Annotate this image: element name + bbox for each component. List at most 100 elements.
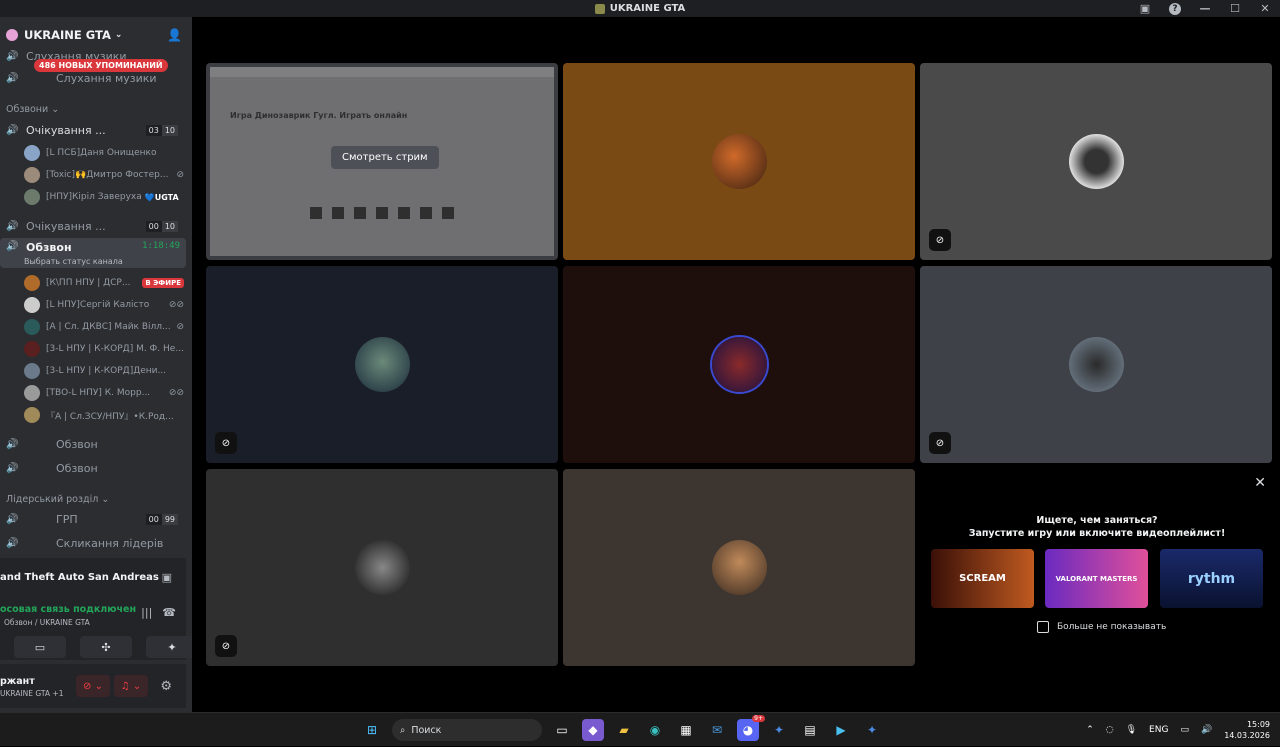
dont-show-label: Больше не показывать [1057, 622, 1167, 632]
screen-share-icon[interactable]: ▣ [162, 571, 172, 584]
promo-card-rythm[interactable]: rythm [1160, 549, 1263, 608]
muted-icon: ⊘ [215, 432, 237, 454]
participant-tile[interactable] [563, 266, 915, 463]
voice-user[interactable]: [L НПУ]Сергій Калісто ⊘⊘ [24, 295, 184, 315]
channel-obzvon-3[interactable]: 🔊 Обзвон [0, 457, 186, 479]
category-leaders[interactable]: Лідерський розділ ⌄ [6, 494, 109, 505]
participant-tile[interactable] [563, 469, 915, 666]
avatar [24, 189, 40, 205]
dont-show-again[interactable]: Больше не показывать [1037, 621, 1166, 633]
voice-status[interactable]: осовая связь подключен [0, 604, 136, 615]
voice-user[interactable]: [A | Сл. ДКВС] Майк Вілл... ⊘ [24, 317, 184, 337]
minimize-button[interactable]: — [1190, 2, 1220, 15]
maximize-button[interactable]: ☐ [1220, 2, 1250, 15]
speaker-icon: 🔊 [6, 438, 19, 450]
channel-sidebar: UKRAINE GTA ⌄ 👤 🔊 Слухання музики 🔊 Слух… [0, 17, 192, 712]
voice-user[interactable]: [3-L НПУ | К-КОРД] М. Ф. Не... [24, 339, 184, 359]
channel-name: Слухання музики [56, 71, 157, 85]
activities-button[interactable]: ✣ [80, 636, 132, 658]
server-logo-icon [594, 3, 605, 14]
category-label: Обзвони [6, 104, 49, 115]
voice-location[interactable]: Обзвон / UKRAINE GTA [4, 618, 90, 627]
notification-badge: 9+ [752, 715, 765, 722]
voice-video-grid: Игра Динозаврик Гугл. Играть онлайн Смот… [192, 17, 1280, 712]
volume-icon[interactable]: 🔊 [1201, 725, 1212, 735]
participant-tile[interactable]: ⊘ [206, 266, 558, 463]
voice-user[interactable]: [Toxic]🙌Дмитро Фостер... ⊘ [24, 165, 184, 185]
participant-tile[interactable]: ⊘ [206, 469, 558, 666]
close-icon[interactable]: ✕ [1254, 475, 1266, 491]
category-label: Лідерський розділ [6, 494, 99, 505]
participant-tile[interactable]: ⊘ [920, 63, 1272, 260]
dont-show-checkbox[interactable] [1037, 621, 1049, 633]
windows-start-icon[interactable]: ⊞ [361, 719, 383, 741]
channel-name: Обзвон [26, 241, 72, 254]
voice-user[interactable]: [L ПСБ]Даня Онищенко [24, 143, 184, 163]
store-icon[interactable]: ▦ [675, 719, 697, 741]
copilot-icon[interactable]: ◆ [582, 719, 604, 741]
deafened-icon: ⊘ [929, 229, 951, 251]
discord-icon[interactable]: ◕ 9+ [737, 715, 765, 741]
user-limit-badge: 03 10 [145, 124, 178, 136]
user-subtitle: UKRAINE GTA +1 [0, 689, 64, 698]
mentions-badge[interactable]: 486 НОВЫХ УПОМИНАНИЙ [34, 59, 168, 72]
clock[interactable]: 15:09 14.03.2026 [1224, 719, 1270, 741]
app-icon[interactable]: ✦ [768, 719, 790, 741]
activity-panel: and Theft Auto San Andreas ▣ [0, 558, 186, 596]
notepad-icon[interactable]: ▤ [799, 719, 821, 741]
voice-buttons: ▭ ✣ ✦ [14, 636, 192, 658]
watch-stream-button[interactable]: Смотреть стрим [331, 146, 439, 169]
headphones-button[interactable]: ♫ ⌄ [114, 675, 148, 697]
close-window-button[interactable]: ✕ [1250, 2, 1280, 15]
search-label: Поиск [411, 724, 442, 736]
app-icon[interactable]: ✦ [861, 719, 883, 741]
disconnect-icon[interactable]: ☎ [162, 606, 176, 619]
voice-user[interactable]: [НПУ]Кіріл Заверуха 💙UGTA [24, 187, 184, 207]
game-icons [310, 207, 454, 219]
soundboard-button[interactable]: ✦ [146, 636, 192, 658]
voice-user[interactable]: [К\ПП НПУ | ДСР... В ЭФИРЕ [24, 273, 184, 293]
promo-card-scream[interactable]: SCREAM [931, 549, 1034, 608]
promo-subheading: Запустите игру или включите видеоплейлис… [968, 528, 1226, 539]
category-obzvony[interactable]: Обзвони ⌄ [6, 104, 59, 115]
user-limit-badge: 00 99 [145, 513, 178, 525]
voice-user[interactable]: [3-L НПУ | К-КОРД]Дени... [24, 361, 184, 381]
user-name: [ТВО-L НПУ] К. Морр... [46, 388, 151, 398]
taskbar-search[interactable]: ⌕ Поиск [392, 719, 542, 741]
gear-icon[interactable]: ⚙ [160, 679, 172, 694]
stream-tile[interactable]: Игра Динозаврик Гугл. Играть онлайн Смот… [206, 63, 558, 260]
chevron-up-icon[interactable]: ⌃ [1086, 725, 1094, 735]
network-icon[interactable]: ▭ [1180, 725, 1189, 735]
tray-app-icon[interactable]: ◌ [1106, 725, 1114, 735]
mail-icon[interactable]: ✉ [706, 719, 728, 741]
search-icon: ⌕ [400, 724, 406, 736]
media-player-icon[interactable]: ▶ [830, 719, 852, 741]
channel-status-setter[interactable]: Выбрать статус канала [24, 257, 123, 266]
noise-suppression-icon[interactable]: ||| [141, 606, 152, 619]
promo-card-valorant[interactable]: VALORANT MASTERS [1045, 549, 1148, 608]
channel-waiting-2[interactable]: 🔊 Очікування ... 00 10 [0, 215, 186, 237]
task-view-icon[interactable]: ▭ [551, 719, 573, 741]
voice-user[interactable]: 『A | Сл.ЗСУ/НПУ』•К.Род... [24, 405, 184, 425]
speaker-icon: 🔊 [6, 220, 19, 232]
user-display-name[interactable]: ржант [0, 676, 35, 687]
language-indicator[interactable]: ENG [1149, 725, 1168, 735]
channel-grp[interactable]: 🔊 ГРП 00 99 [0, 508, 186, 530]
participant-tile[interactable]: ⊘ [920, 266, 1272, 463]
voice-connection-panel: осовая связь подключен Обзвон / UKRAINE … [0, 596, 192, 660]
channel-obzvon-2[interactable]: 🔊 Обзвон [0, 433, 186, 455]
mic-muted-button[interactable]: ⊘ ⌄ [76, 675, 110, 697]
participant-tile[interactable] [563, 63, 915, 260]
share-screen-button[interactable]: ▭ [14, 636, 66, 658]
promo-heading: Ищете, чем заняться? [1036, 515, 1158, 526]
channel-leaders[interactable]: 🔊 Скликання лідерів [0, 532, 186, 554]
voice-user[interactable]: [ТВО-L НПУ] К. Морр... ⊘⊘ [24, 383, 184, 403]
help-icon[interactable]: ? [1169, 2, 1181, 15]
edge-icon[interactable]: ◉ [644, 719, 666, 741]
file-explorer-icon[interactable]: ▰ [613, 719, 635, 741]
inbox-icon[interactable]: ▣ [1130, 2, 1160, 15]
add-member-icon[interactable]: 👤 [167, 28, 182, 42]
microphone-icon[interactable]: 🎙 [1126, 725, 1137, 735]
live-badge: В ЭФИРЕ [142, 278, 184, 288]
channel-waiting-1[interactable]: 🔊 Очікування ... 03 10 [0, 119, 186, 141]
